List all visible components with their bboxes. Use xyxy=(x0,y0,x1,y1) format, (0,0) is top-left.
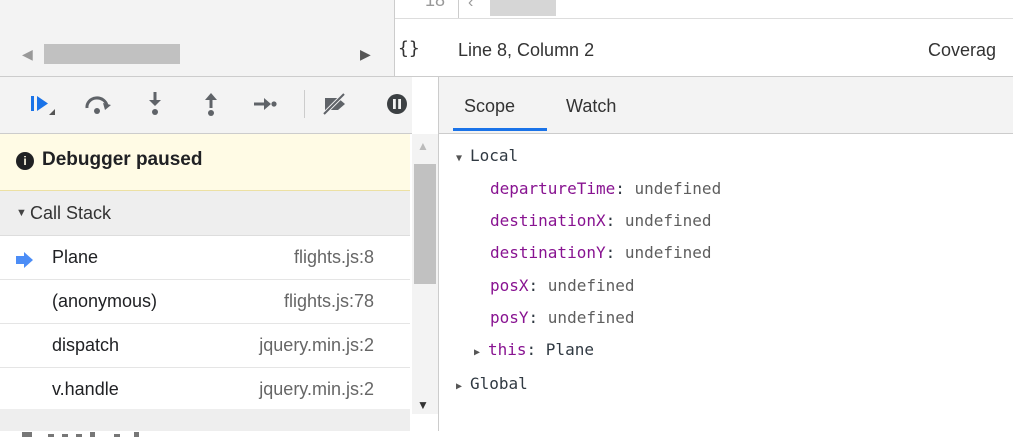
editor-horizontal-scrollbar-thumb[interactable] xyxy=(490,0,556,16)
scope-variable[interactable]: posX: undefined xyxy=(490,276,635,295)
scope-variable[interactable]: posY: undefined xyxy=(490,308,635,327)
scope-local-section[interactable]: ▼ Local xyxy=(456,146,518,165)
collapsed-triangle-icon[interactable]: ▶ xyxy=(456,381,466,392)
horizontal-scrollbar-thumb[interactable] xyxy=(44,44,180,64)
toolbar-separator xyxy=(304,90,305,118)
coverage-label: Coverag xyxy=(928,40,997,60)
frame-function-name: dispatch xyxy=(52,335,120,355)
variable-name: destinationY xyxy=(490,243,606,262)
line-number: 18 xyxy=(425,0,446,10)
scope-tab-bar xyxy=(439,77,1013,134)
breakpoints-title-clipped xyxy=(22,424,172,437)
editor-status-area xyxy=(395,0,1013,77)
active-tab-indicator xyxy=(453,128,547,131)
frame-function-name: (anonymous) xyxy=(52,291,158,311)
tab-scope[interactable]: Scope xyxy=(464,96,515,117)
variable-value: undefined xyxy=(547,276,635,295)
scope-this-entry[interactable]: ▶ this: Plane xyxy=(474,340,594,359)
scroll-up-icon[interactable]: ▲ xyxy=(417,139,429,153)
variable-value: Plane xyxy=(545,340,594,359)
pretty-print-icon[interactable]: {} xyxy=(398,38,420,59)
gutter-divider xyxy=(458,0,459,18)
status-divider xyxy=(395,18,1013,19)
variable-name: posY xyxy=(490,308,529,327)
scope-global-section[interactable]: ▶ Global xyxy=(456,374,528,393)
global-label: Global xyxy=(470,374,528,393)
local-label: Local xyxy=(470,146,519,165)
frame-location-link[interactable]: flights.js:78 xyxy=(284,291,374,312)
scope-variable[interactable]: departureTime: undefined xyxy=(490,179,721,198)
frame-location-link[interactable]: jquery.min.js:2 xyxy=(259,335,374,356)
deactivate-breakpoints-icon[interactable] xyxy=(318,90,352,118)
variable-value: undefined xyxy=(624,211,712,230)
frame-location-link[interactable]: flights.js:8 xyxy=(294,247,374,268)
variable-value: undefined xyxy=(634,179,722,198)
call-frame-row[interactable]: dispatch jquery.min.js:2 xyxy=(0,324,410,368)
variable-name: departureTime xyxy=(490,179,616,198)
scroll-down-icon[interactable]: ▼ xyxy=(417,398,429,412)
collapsed-triangle-icon[interactable]: ▶ xyxy=(474,347,484,358)
resume-icon[interactable] xyxy=(24,90,64,118)
current-frame-arrow-icon xyxy=(16,252,34,273)
vertical-scrollbar-thumb[interactable] xyxy=(414,164,436,284)
step-icon[interactable] xyxy=(248,90,282,118)
expanded-triangle-icon[interactable]: ▼ xyxy=(456,153,466,164)
variable-value: undefined xyxy=(624,243,712,262)
call-stack-title: Call Stack xyxy=(30,203,112,223)
call-frame-row[interactable]: (anonymous) flights.js:78 xyxy=(0,280,410,324)
variable-name: destinationX xyxy=(490,211,606,230)
scope-variable[interactable]: destinationY: undefined xyxy=(490,243,712,262)
frame-function-name: v.handle xyxy=(52,379,119,399)
scroll-left-icon[interactable]: ◀ xyxy=(22,46,33,63)
scroll-left-caret-icon[interactable]: ‹ xyxy=(468,0,473,12)
frame-location-link[interactable]: jquery.min.js:2 xyxy=(259,379,374,400)
scroll-right-icon[interactable]: ▶ xyxy=(360,46,371,63)
variable-name: this xyxy=(488,340,527,359)
cursor-position: Line 8, Column 2 xyxy=(458,40,595,60)
sources-navigator-footer xyxy=(0,0,395,77)
step-into-icon[interactable] xyxy=(140,90,170,118)
variable-value: undefined xyxy=(547,308,635,327)
pause-on-exceptions-icon[interactable] xyxy=(382,90,412,118)
chevron-down-icon[interactable]: ▼ xyxy=(16,207,27,219)
paused-text: Debugger paused xyxy=(42,149,203,170)
tab-watch[interactable]: Watch xyxy=(566,96,616,117)
call-frame-row[interactable]: v.handle jquery.min.js:2 xyxy=(0,368,410,412)
step-out-icon[interactable] xyxy=(196,90,226,118)
call-frame-row[interactable]: Plane flights.js:8 xyxy=(0,236,410,280)
scope-variable[interactable]: destinationX: undefined xyxy=(490,211,712,230)
info-icon: i xyxy=(16,152,34,170)
step-over-icon[interactable] xyxy=(80,90,116,118)
variable-name: posX xyxy=(490,276,529,295)
frame-function-name: Plane xyxy=(52,247,99,267)
